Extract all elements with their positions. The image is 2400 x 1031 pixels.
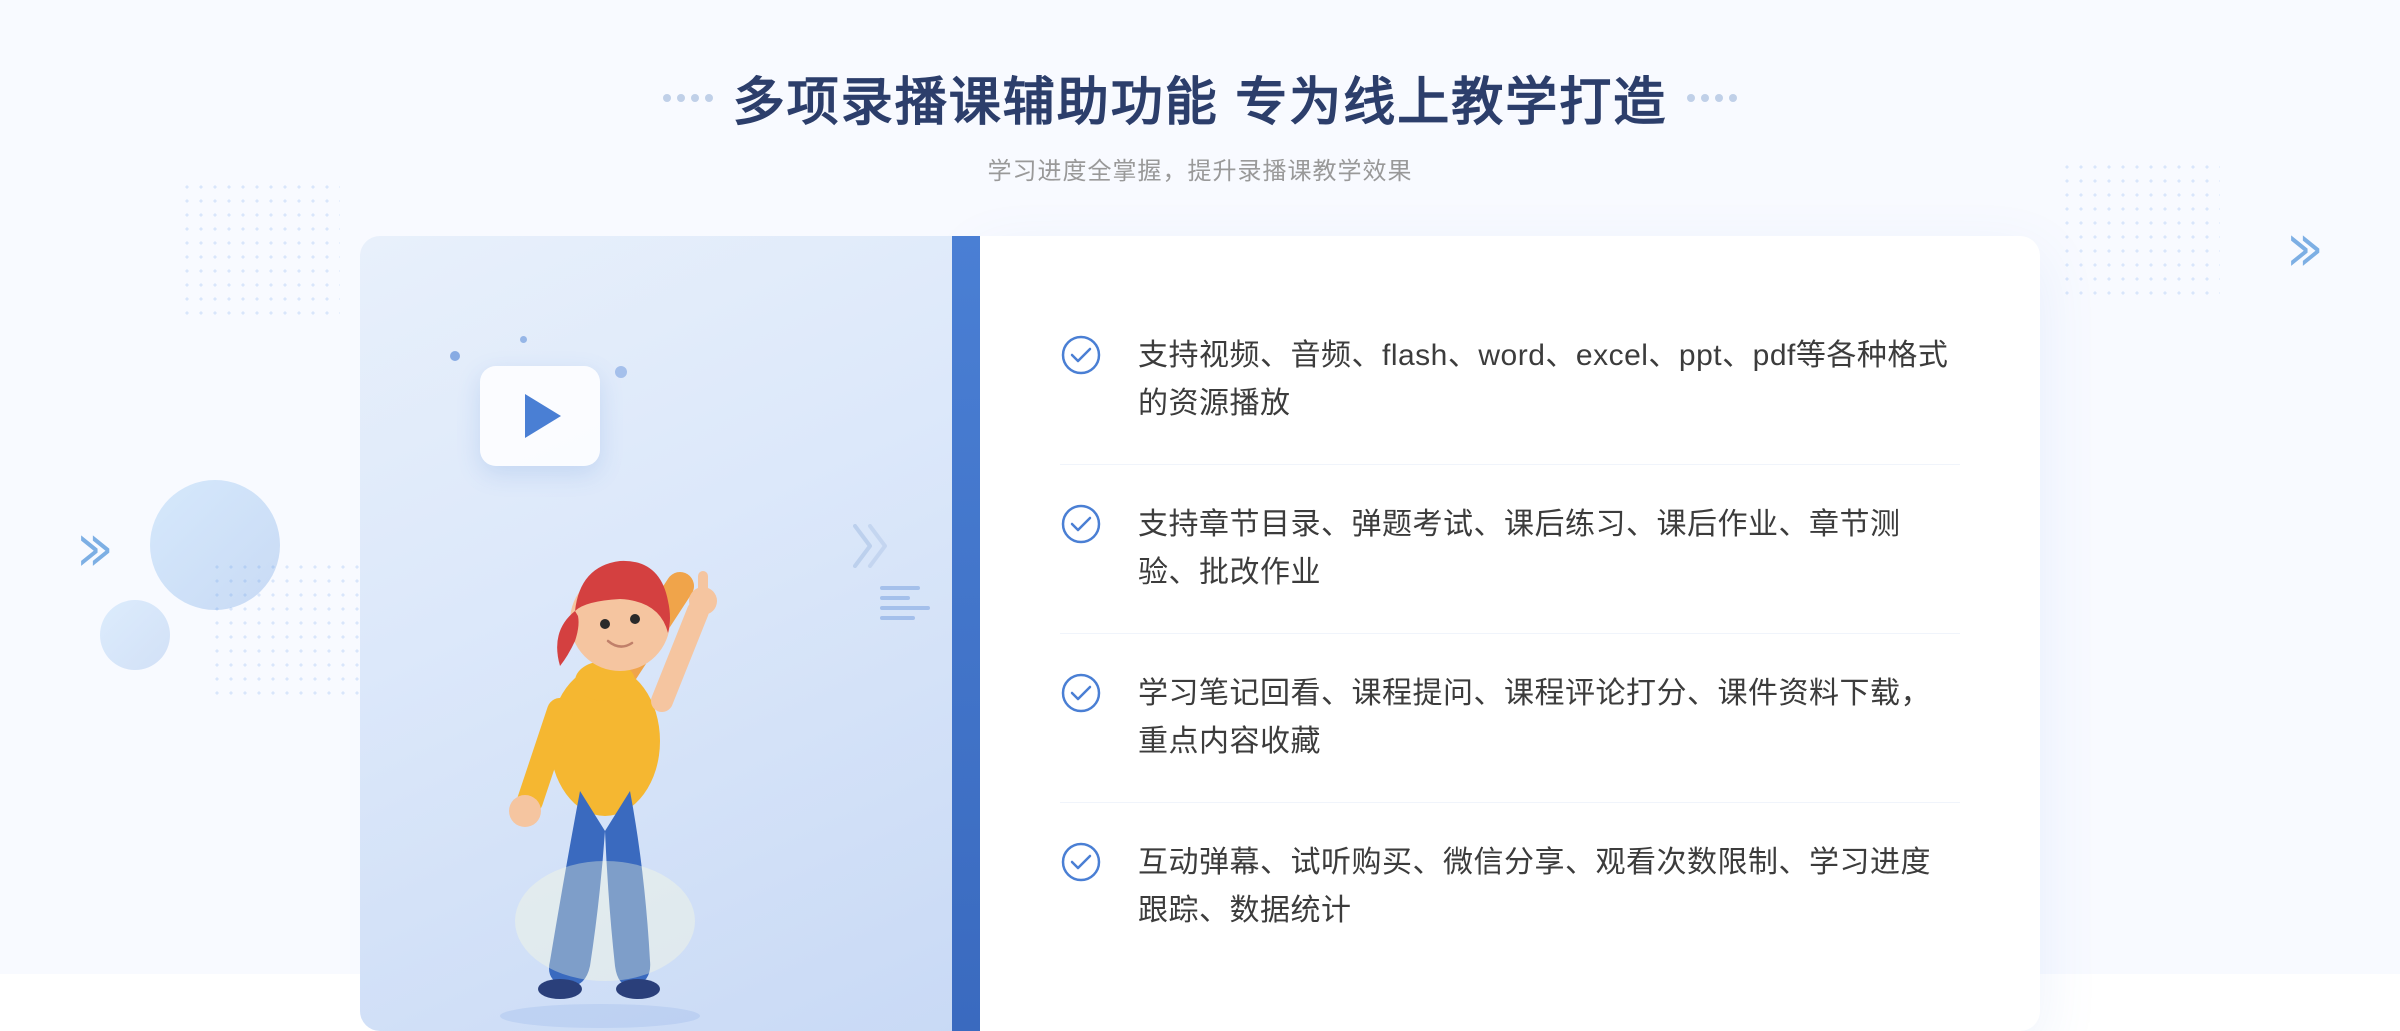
dot-5 — [1687, 94, 1695, 102]
header-dots-right — [1687, 94, 1737, 102]
dot-8 — [1729, 94, 1737, 102]
header-decorators: 多项录播课辅助功能 专为线上教学打造 — [663, 60, 1737, 135]
person-figure — [420, 471, 780, 1031]
dot-6 — [1701, 94, 1709, 102]
dot-7 — [1715, 94, 1723, 102]
arrow-left-icon: ≫ — [79, 520, 112, 580]
sparkle-2 — [520, 336, 527, 343]
content-area: 支持视频、音频、flash、word、excel、ppt、pdf等各种格式的资源… — [360, 236, 2040, 1031]
header-dots-left — [663, 94, 713, 102]
feature-item-2: 支持章节目录、弹题考试、课后练习、课后作业、章节测验、批改作业 — [1060, 465, 1960, 634]
arrow-right-icon: ≫ — [2288, 220, 2321, 280]
check-icon-2 — [1060, 503, 1102, 545]
dot-3 — [691, 94, 699, 102]
stripe-lines — [880, 586, 930, 620]
play-triangle-icon — [525, 394, 561, 438]
subtitle: 学习进度全掌握，提升录播课教学效果 — [663, 151, 1737, 186]
check-icon-3 — [1060, 672, 1102, 714]
dot-2 — [677, 94, 685, 102]
feature-text-3: 学习笔记回看、课程提问、课程评论打分、课件资料下载，重点内容收藏 — [1138, 670, 1960, 766]
check-icon-4 — [1060, 841, 1102, 883]
feature-text-2: 支持章节目录、弹题考试、课后练习、课后作业、章节测验、批改作业 — [1138, 501, 1960, 597]
stripe-3 — [880, 606, 930, 610]
feature-text-1: 支持视频、音频、flash、word、excel、ppt、pdf等各种格式的资源… — [1138, 332, 1960, 428]
deco-circle-small — [100, 600, 170, 670]
ill-arrows-icon — [850, 516, 900, 586]
stripe-2 — [880, 596, 910, 600]
features-panel: 支持视频、音频、flash、word、excel、ppt、pdf等各种格式的资源… — [980, 236, 2040, 1031]
sparkle-1 — [450, 351, 460, 361]
feature-item-4: 互动弹幕、试听购买、微信分享、观看次数限制、学习进度跟踪、数据统计 — [1060, 803, 1960, 971]
main-title: 多项录播课辅助功能 专为线上教学打造 — [733, 60, 1667, 135]
check-icon-1 — [1060, 334, 1102, 376]
dot-4 — [705, 94, 713, 102]
deco-circle-left — [150, 480, 280, 610]
dot-pattern-right-top — [2060, 160, 2220, 300]
feature-item-1: 支持视频、音频、flash、word、excel、ppt、pdf等各种格式的资源… — [1060, 296, 1960, 465]
stripe-4 — [880, 616, 915, 620]
sparkle-3 — [615, 366, 627, 378]
header-section: 多项录播课辅助功能 专为线上教学打造 学习进度全掌握，提升录播课教学效果 — [663, 60, 1737, 186]
dot-pattern-left-top — [180, 180, 340, 320]
blue-bar — [952, 236, 980, 1031]
stripe-1 — [880, 586, 920, 590]
play-bubble — [480, 366, 600, 466]
dot-1 — [663, 94, 671, 102]
feature-item-3: 学习笔记回看、课程提问、课程评论打分、课件资料下载，重点内容收藏 — [1060, 634, 1960, 803]
illustration-card — [360, 236, 980, 1031]
feature-text-4: 互动弹幕、试听购买、微信分享、观看次数限制、学习进度跟踪、数据统计 — [1138, 839, 1960, 935]
page-wrapper: ≫ ≫ 多项录播课辅助功能 专为线上教学打造 学习进度全掌握，提升录播课教学效果 — [0, 0, 2400, 974]
